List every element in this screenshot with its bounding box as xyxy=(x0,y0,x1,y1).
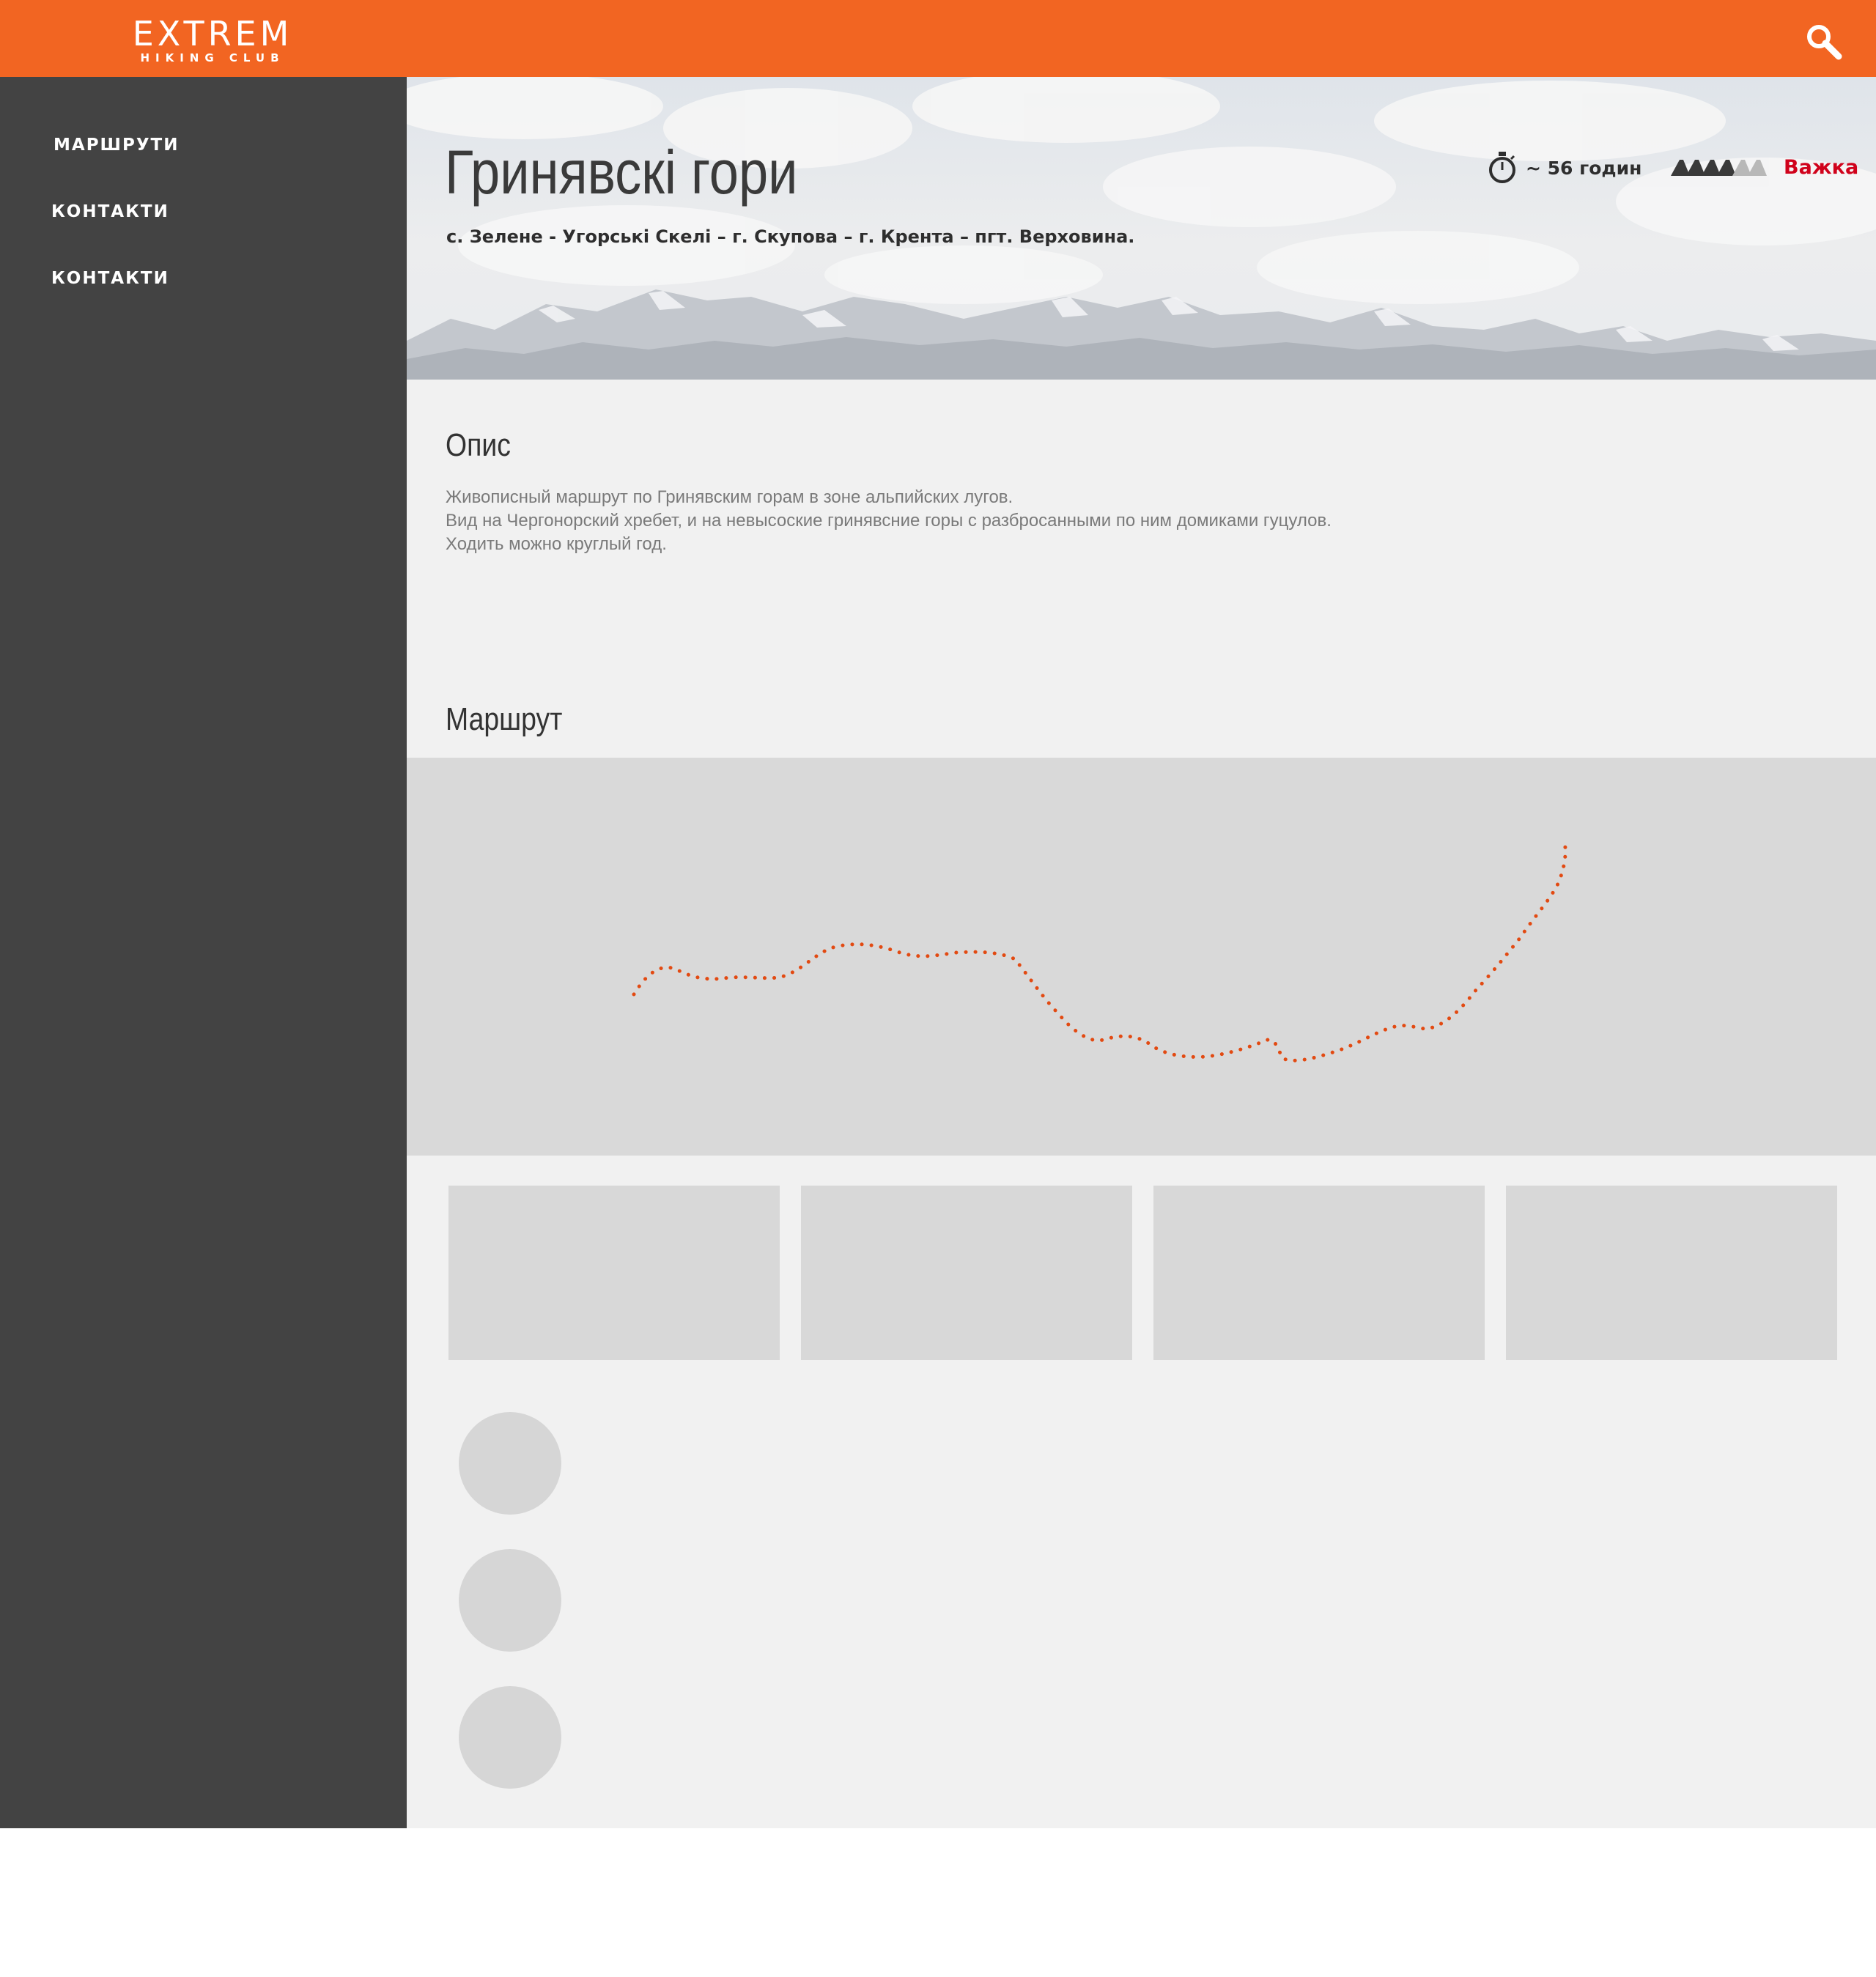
avatar[interactable] xyxy=(459,1549,561,1652)
difficulty-mountain xyxy=(1702,159,1721,176)
route-map[interactable] xyxy=(407,758,1876,1156)
difficulty-mountain xyxy=(1686,159,1705,176)
photo-thumbnail[interactable] xyxy=(448,1186,780,1360)
description-line: Живописный маршрут по Гринявским горам в… xyxy=(446,487,1013,507)
mountain-icon xyxy=(1671,159,1767,176)
hero-banner: Гринявскі гори с. Зелене - Угорські Скел… xyxy=(407,77,1876,380)
difficulty: Важка xyxy=(1671,156,1858,179)
description-line: Ходить можно круглый год. xyxy=(446,534,667,554)
difficulty-mountain xyxy=(1748,159,1767,176)
sidebar-item-contacts[interactable]: КОНТАКТИ xyxy=(51,202,169,221)
search-button[interactable] xyxy=(1804,22,1844,62)
description-title: Опис xyxy=(446,427,511,463)
description-line: Вид на Чергонорский хребет, и на невысос… xyxy=(446,511,1332,531)
difficulty-mountain xyxy=(1671,159,1690,176)
difficulty-label: Важка xyxy=(1784,156,1859,179)
route-title: Маршрут xyxy=(446,701,563,737)
logo-subtitle: HIKING CLUB xyxy=(140,51,285,64)
sidebar: МАРШРУТИ КОНТАКТИ КОНТАКТИ xyxy=(0,77,407,1828)
difficulty-mountain xyxy=(1717,159,1736,176)
avatar[interactable] xyxy=(459,1686,561,1789)
duration-value: ~ 56 годин xyxy=(1526,157,1642,179)
route-points: с. Зелене - Угорські Скелі – г. Скупова … xyxy=(446,226,1135,247)
sidebar-item-routes[interactable]: МАРШРУТИ xyxy=(53,136,180,155)
stopwatch-icon xyxy=(1489,152,1515,183)
top-bar: EXTREM HIKING CLUB xyxy=(0,0,1876,77)
difficulty-mountain xyxy=(1732,159,1751,176)
photo-thumbnail[interactable] xyxy=(1506,1186,1837,1360)
photo-thumbnail[interactable] xyxy=(1153,1186,1485,1360)
search-icon xyxy=(1807,25,1842,60)
sidebar-item-contacts-2[interactable]: КОНТАКТИ xyxy=(51,269,169,288)
page-title: Гринявскі гори xyxy=(445,138,798,207)
route-line xyxy=(632,840,1567,1063)
photo-thumbnail[interactable] xyxy=(801,1186,1132,1360)
logo[interactable]: EXTREM HIKING CLUB xyxy=(125,16,300,64)
logo-title: EXTREM xyxy=(132,14,293,53)
avatar[interactable] xyxy=(459,1412,561,1515)
duration: ~ 56 годин xyxy=(1488,150,1642,185)
main-content: Гринявскі гори с. Зелене - Угорські Скел… xyxy=(407,77,1876,1828)
